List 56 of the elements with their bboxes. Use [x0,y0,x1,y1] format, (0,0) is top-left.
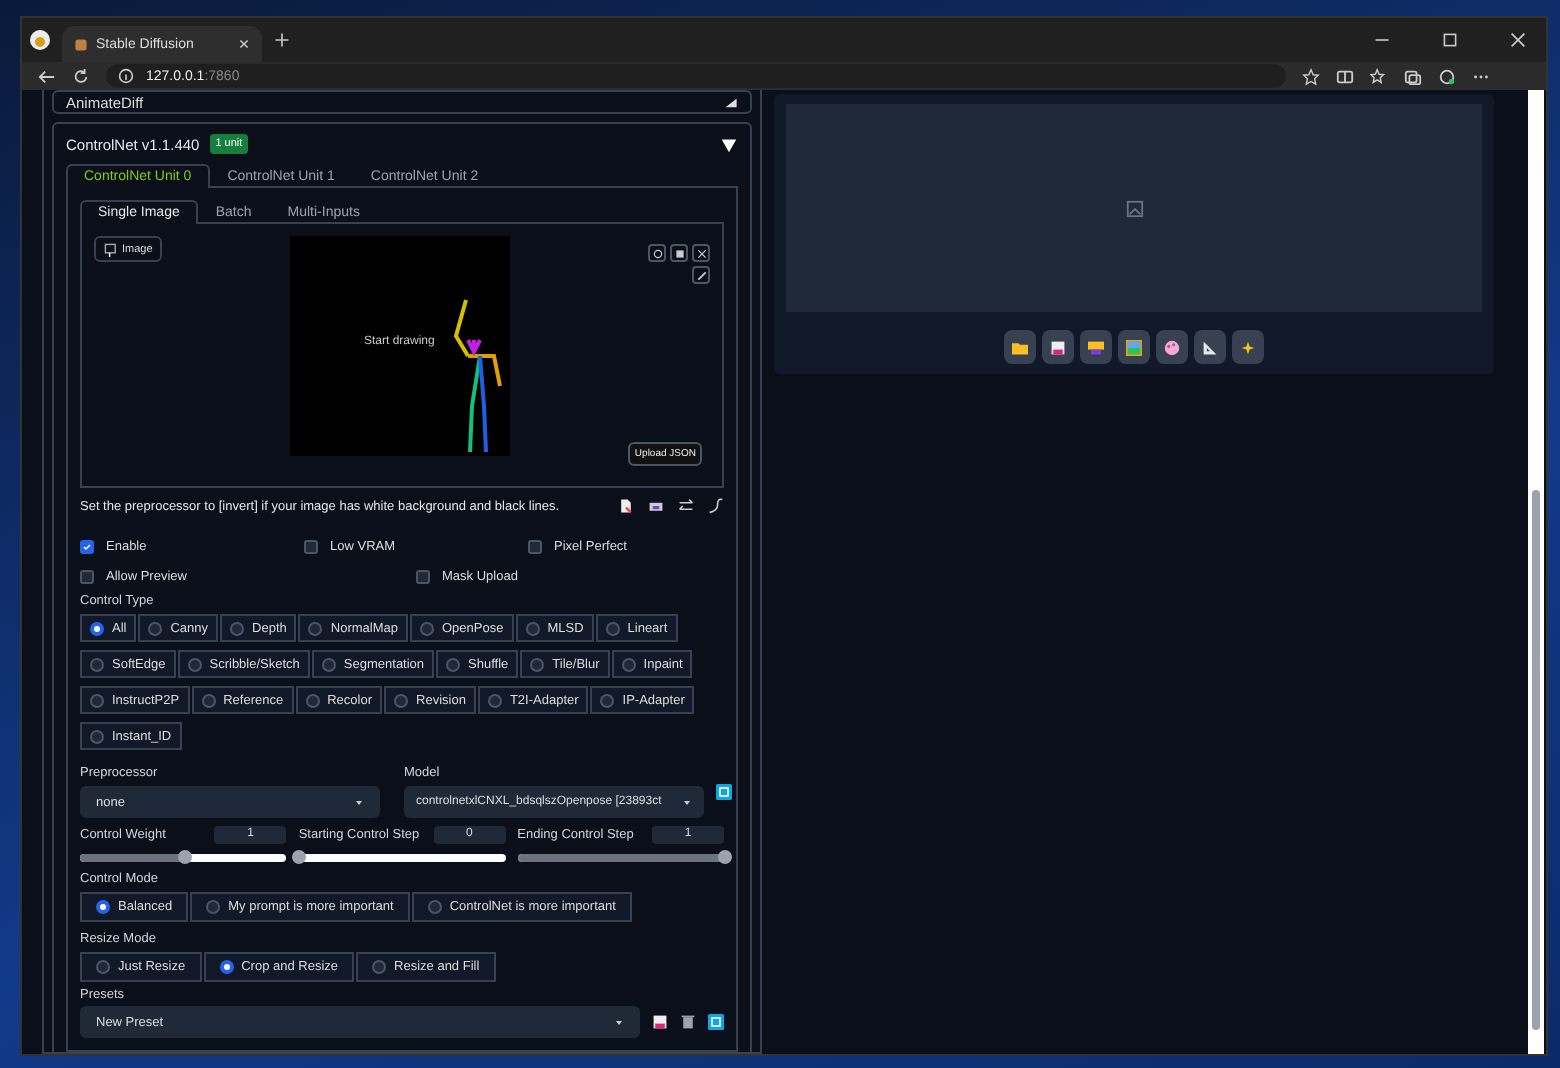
palette-button[interactable] [1156,330,1188,364]
checkbox[interactable] [80,570,94,584]
close-icon [695,247,707,259]
refresh-icon [708,1014,724,1030]
caret-icon [614,1017,624,1027]
slider[interactable] [80,854,287,862]
close-icon [1510,32,1526,48]
undo-button[interactable] [648,244,666,262]
profile-icon [30,30,50,50]
reload-icon [72,67,90,85]
close-icon [238,38,250,50]
archive-button[interactable] [1080,330,1112,364]
folder-button[interactable] [1004,330,1036,364]
check-icon [82,542,92,552]
eraser-icon [673,247,685,259]
checkbox[interactable] [80,540,94,554]
expanded-icon[interactable] [720,135,738,153]
favorites-icon [1370,67,1388,85]
slider[interactable] [298,854,506,862]
save-icon [652,1014,668,1030]
document-icon [618,498,634,514]
checkbox[interactable] [304,540,318,554]
ruler-icon [1202,339,1218,355]
collections-icon [1404,67,1422,85]
info-icon [118,68,134,84]
archive-icon [1088,339,1104,355]
save-button[interactable] [1042,330,1074,364]
image-button[interactable] [1118,330,1150,364]
new-tab-icon [274,32,290,48]
ruler-button[interactable] [1194,330,1226,364]
pencil-icon [695,269,707,281]
save-icon [1050,339,1066,355]
image-placeholder-icon [1125,199,1143,217]
star-icon [1302,67,1320,85]
extension-icon [1438,67,1456,85]
maximize-icon [1442,32,1458,48]
favicon-icon [74,37,88,51]
collapse-icon [724,95,738,109]
back-icon [38,67,56,85]
swap-icon [678,498,694,514]
scrollbar[interactable] [1528,90,1544,1054]
folder-icon [1012,339,1028,355]
checkbox[interactable] [416,570,430,584]
checkbox[interactable] [528,540,542,554]
split-screen-icon [1336,67,1354,85]
caret-icon [354,797,364,807]
refresh-icon [716,784,732,800]
edit-button[interactable] [692,266,710,284]
curve-icon [708,498,724,514]
eraser-button[interactable] [670,244,688,262]
palette-icon [1164,339,1180,355]
close-button[interactable] [692,244,710,262]
trash-icon [680,1014,696,1030]
sparkle-icon [1240,339,1256,355]
sparkle-button[interactable] [1232,330,1264,364]
caret-icon [682,797,692,807]
